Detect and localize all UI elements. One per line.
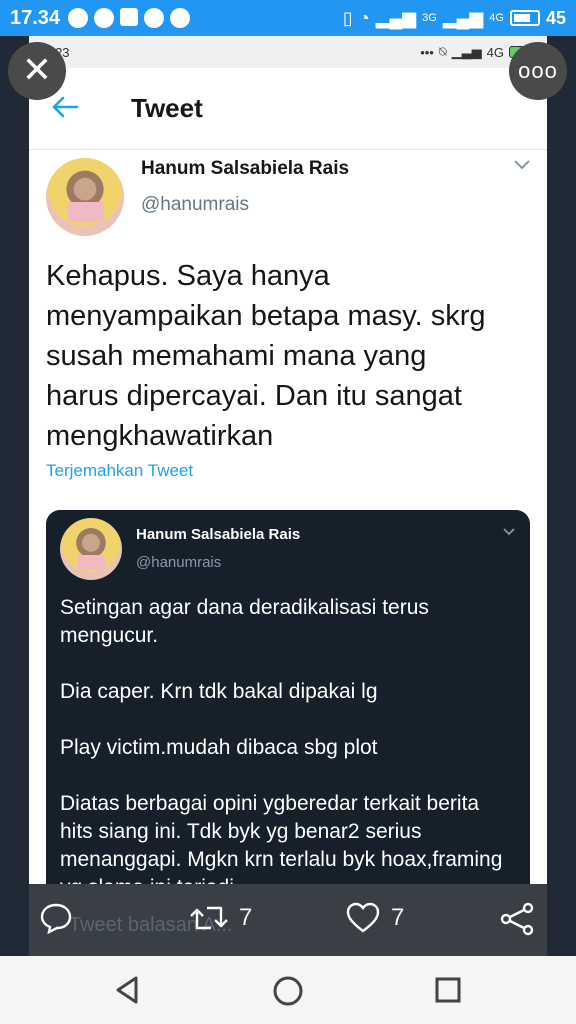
download-icon [94,8,115,28]
share-button[interactable] [499,902,535,936]
like-count: 7 [391,904,405,931]
nav-back-button[interactable] [112,974,144,1011]
battery-icon [509,10,540,26]
avatar-laptop [68,202,104,222]
tweet-author: Hanum Salsabiela Rais @hanumrais [29,150,547,236]
vpn-icon [170,8,191,28]
quoted-paragraph: Dia caper. Krn tdk bakal dipakai lg [60,680,378,703]
inner-signal-icon: ▁▃▅ [451,44,482,59]
back-arrow-icon[interactable] [51,92,131,126]
nav-recents-button[interactable] [432,974,464,1011]
inner-network: 4G [486,44,504,60]
author-handle[interactable]: @hanumrais [141,194,249,216]
tweet-header: Tweet [29,68,547,150]
triangle-back-icon [116,976,138,1004]
image-icon [120,8,139,26]
tweet-screenshot: 16.23 ••• ⍉ ▁▃▅ 4G 77 Tweet Hanum Salsab… [29,36,547,956]
quoted-author-handle: @hanumrais [136,554,222,571]
chevron-down-icon[interactable] [513,158,531,176]
close-icon[interactable]: ✕ [8,42,66,100]
quoted-author-name: Hanum Salsabiela Rais [136,526,301,543]
retweet-button[interactable]: 7 [189,902,252,934]
network-label-1: 3G [422,12,437,24]
quoted-paragraph: Setingan agar dana deradikalisasi terus … [60,596,429,647]
status-time: 17.34 [10,6,61,29]
quoted-chevron-down-icon [502,524,516,540]
quoted-avatar-laptop [77,555,105,570]
signal-icon: ▂▄▆ [375,7,417,28]
more-icon[interactable]: ooo [509,42,567,100]
like-button[interactable]: 7 [345,902,404,934]
share-icon [500,902,534,936]
inner-mute-icon: ⍉ [438,44,447,59]
message-icon [144,8,165,28]
author-name[interactable]: Hanum Salsabiela Rais [141,158,349,180]
avatar[interactable] [46,158,124,236]
wifi-icon: ◔ [358,7,370,28]
heart-icon [346,902,380,933]
quoted-tweet-text: Setingan agar dana deradikalisasi terus … [60,594,516,930]
chat-icon [68,8,89,28]
inner-more-icon: ••• [420,44,434,60]
nav-home-button[interactable] [271,974,305,1013]
reply-button[interactable] [39,902,73,934]
notification-icons [68,8,191,28]
network-label-2: 4G [489,12,504,24]
signal-icon-2: ▂▄▆ [442,7,484,28]
inner-status-bar: 16.23 ••• ⍉ ▁▃▅ 4G 77 [29,36,547,68]
circle-home-icon [273,976,303,1006]
retweet-count: 7 [239,904,253,931]
page-title: Tweet [131,93,203,123]
quoted-avatar [60,518,122,580]
system-indicators: ▯ ◔ ▂▄▆ 3G ▂▄▆ 4G 45 [343,8,566,29]
quoted-paragraph: Play victim.mudah dibaca sbg plot [60,736,378,759]
vibrate-icon: ▯ [342,7,353,28]
tweet-action-bar: Tweet balasan A... 7 7 [29,884,547,956]
battery-level: 45 [545,7,566,28]
system-nav-bar [0,956,576,1024]
tweet-text: Kehapus. Saya hanya menyampaikan betapa … [46,260,486,452]
system-status-bar: 17.34 ▯ ◔ ▂▄▆ 3G ▂▄▆ 4G 45 [0,0,576,36]
retweet-icon [190,906,228,930]
translate-link[interactable]: Terjemahkan Tweet [29,456,547,510]
reply-icon [40,903,72,934]
square-recents-icon [435,977,461,1003]
